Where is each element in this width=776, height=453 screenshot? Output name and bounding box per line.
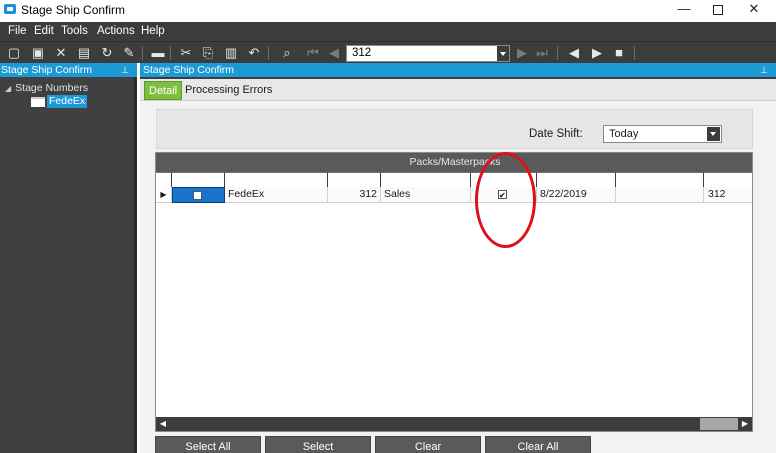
row-indicator-icon[interactable]: ▶ (156, 187, 172, 203)
clear-all-button[interactable]: Clear All (485, 436, 591, 453)
packs-grid: Packs/Masterpacks Selected Stage Number … (155, 152, 753, 432)
tab-strip: Detail Processing Errors (140, 79, 776, 101)
record-navigator[interactable]: 312 (346, 45, 510, 62)
toolbar: ▢ ▣ ✕ ▤ ↻ ✎ ▬ ✂ ⎘ ▥ ↶ ⌕ ⏮ ◀ 312 ▶ ⏭ ◀ ▶ … (0, 41, 776, 63)
column-header-ship-date[interactable]: Ship Date (537, 172, 616, 187)
column-header-shipment-type[interactable]: Shipment Type (381, 172, 471, 187)
tree-panel: Stage Ship Confirm ⊥ ◢ Stage Numbers Fede… (0, 63, 137, 453)
filter-group: Date Shift: Today (156, 109, 753, 149)
cell-process-error[interactable] (616, 187, 704, 203)
scroll-left-icon[interactable]: ◀ (156, 417, 170, 431)
next-record-icon[interactable]: ▶ (514, 45, 530, 61)
folder-icon (31, 97, 45, 107)
cell-stage-number[interactable]: FedeEx (225, 187, 328, 203)
main-panel-header: Stage Ship Confirm ⊥ (140, 63, 776, 77)
column-header-pack-id[interactable]: Pack ID (328, 172, 381, 187)
selected-checkbox[interactable] (193, 191, 202, 200)
copy-icon[interactable]: ⎘ (200, 45, 216, 61)
date-shift-label: Date Shift: (529, 128, 583, 140)
forward-icon[interactable]: ▶ (589, 45, 605, 61)
record-value: 312 (352, 47, 372, 59)
maximize-button[interactable] (698, 0, 738, 20)
column-header-selected[interactable]: Selected (172, 172, 225, 187)
cell-selected[interactable] (172, 187, 225, 203)
menu-actions[interactable]: Actions (97, 25, 135, 37)
date-shift-value: Today (609, 128, 639, 140)
chevron-down-icon[interactable] (707, 127, 720, 141)
menu-bar: File Edit Tools Actions Help (0, 22, 776, 41)
annotation-circle (475, 152, 536, 248)
main-panel-title: Stage Ship Confirm (143, 64, 235, 76)
tree-panel-header: Stage Ship Confirm ⊥ (0, 63, 137, 77)
menu-edit[interactable]: Edit (34, 25, 54, 37)
last-record-icon[interactable]: ⏭ (534, 45, 550, 61)
menu-tools[interactable]: Tools (61, 25, 88, 37)
tree-node-label: FedeEx (47, 95, 88, 108)
save-icon[interactable]: ▣ (30, 45, 46, 61)
pin-icon[interactable]: ⊥ (121, 63, 129, 77)
column-header-stage-number[interactable]: Stage Number (225, 172, 328, 187)
maximize-icon (713, 5, 723, 15)
refresh-icon[interactable]: ↻ (99, 45, 115, 61)
tab-detail[interactable]: Detail (144, 81, 183, 100)
horizontal-scrollbar[interactable]: ◀ ▶ (156, 417, 752, 431)
tree-node-label: Stage Numbers (15, 82, 89, 94)
row-selector-header (156, 172, 172, 187)
cut-icon[interactable]: ✂ (178, 45, 194, 61)
date-shift-select[interactable]: Today (603, 125, 722, 143)
clear-button[interactable]: Clear (375, 436, 481, 453)
search-binoculars-icon[interactable]: ⌕ (279, 45, 295, 61)
tab-processing-errors[interactable]: Processing Errors (181, 81, 276, 100)
tree-node-stage-numbers[interactable]: ◢ Stage Numbers (5, 82, 88, 94)
select-button[interactable]: Select (265, 436, 371, 453)
window-title: Stage Ship Confirm (21, 3, 126, 17)
cell-legal-number[interactable]: 312 (704, 187, 752, 203)
delete-icon[interactable]: ✕ (53, 45, 69, 61)
close-button[interactable]: ✕ (734, 0, 774, 20)
grid-caption: Packs/Masterpacks (156, 153, 752, 172)
undo-icon[interactable]: ↶ (246, 45, 262, 61)
app-icon (4, 4, 16, 14)
print-icon[interactable]: ▬ (150, 45, 166, 61)
title-bar: Stage Ship Confirm — ✕ (0, 0, 776, 22)
select-all-button[interactable]: Select All (155, 436, 261, 453)
cell-pack-id[interactable]: 312 (328, 187, 381, 203)
pin-icon[interactable]: ⊥ (760, 63, 768, 77)
detail-content: Date Shift: Today Packs/Masterpacks Sele… (140, 101, 776, 453)
menu-help[interactable]: Help (141, 25, 165, 37)
back-icon[interactable]: ◀ (566, 45, 582, 61)
expand-arrow-icon[interactable]: ◢ (5, 84, 11, 93)
new-icon[interactable]: ▢ (6, 45, 22, 61)
paste-icon[interactable]: ▥ (223, 45, 239, 61)
column-header-process-error[interactable]: Process Error (616, 172, 704, 187)
scrollbar-thumb[interactable] (170, 419, 700, 429)
clear-brush-icon[interactable]: ✎ (121, 45, 137, 61)
scrollbar-track[interactable] (700, 418, 738, 430)
chevron-down-icon[interactable] (497, 46, 509, 61)
cell-ship-date[interactable]: 8/22/2019 (537, 187, 616, 203)
previous-record-icon[interactable]: ◀ (326, 45, 342, 61)
tree-panel-title: Stage Ship Confirm (1, 64, 93, 76)
attachment-icon[interactable]: ▤ (76, 45, 92, 61)
stop-icon[interactable]: ■ (611, 45, 627, 61)
cell-shipment-type[interactable]: Sales (381, 187, 471, 203)
menu-file[interactable]: File (8, 25, 27, 37)
column-header-legal-number[interactable]: Legal Nu (704, 172, 752, 187)
first-record-icon[interactable]: ⏮ (305, 45, 321, 61)
scroll-right-icon[interactable]: ▶ (738, 417, 752, 431)
